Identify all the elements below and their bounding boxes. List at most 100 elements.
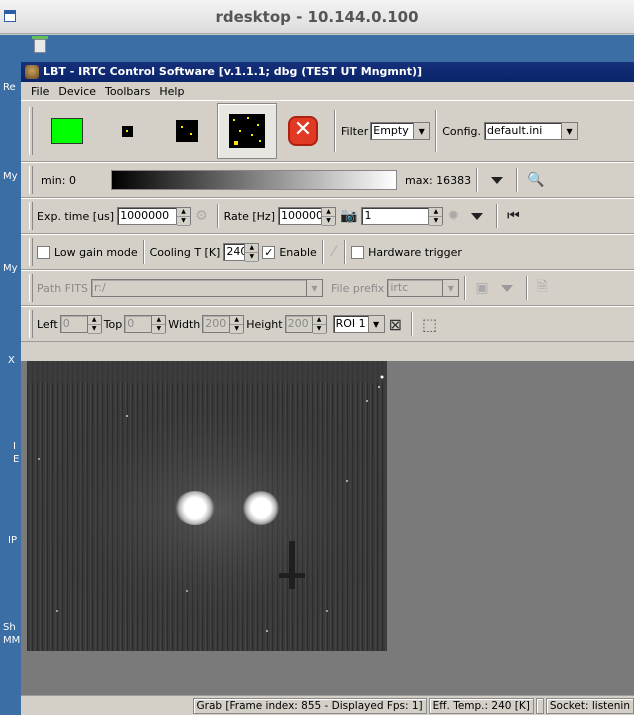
height-value[interactable]: 200	[284, 315, 313, 333]
files-toolbar: Path FITS r:/ ▼ File prefix irtc ▼ ▣ 🗎	[21, 270, 634, 306]
toolbar-grip[interactable]	[29, 202, 33, 230]
stop-icon: ✕	[288, 116, 318, 146]
left-spinner[interactable]: 0 ▲ ▼	[59, 315, 102, 334]
path-fits-select[interactable]: r:/ ▼	[90, 279, 323, 297]
chevron-down-icon[interactable]	[500, 284, 513, 292]
hw-trigger-label: Hardware trigger	[368, 245, 462, 259]
status-separator	[535, 697, 544, 714]
desktop-icon-label[interactable]: Re	[3, 82, 16, 93]
low-gain-label: Low gain mode	[54, 245, 138, 259]
camera-frame[interactable]	[27, 361, 387, 651]
socket-status: Socket: listenin	[545, 697, 634, 714]
select-roi-icon[interactable]: ⬚	[422, 315, 437, 334]
chevron-down-icon[interactable]: ▼	[368, 315, 385, 333]
rate-spinner[interactable]: 100000 ▲ ▼	[278, 207, 336, 226]
desktop-icon-label[interactable]: MM	[3, 635, 20, 646]
width-value[interactable]: 200	[202, 315, 231, 333]
width-label: Width	[168, 317, 201, 331]
desktop-icon-label[interactable]: My	[3, 263, 18, 274]
config-value: default.ini	[484, 122, 563, 140]
desktop-icon-label[interactable]: Sh	[3, 622, 16, 633]
exposure-toolbar: Exp. time [us] 1000000 ▲ ▼ ⚙ Rate [Hz] 10…	[21, 198, 634, 234]
bright-source-spot	[243, 491, 279, 525]
pen-icon[interactable]: ⁄	[333, 244, 335, 260]
toolbar-grip[interactable]	[29, 274, 33, 302]
desktop-icon-label[interactable]: X	[8, 355, 15, 366]
window-title: LBT - IRTC Control Software [v.1.1.1; db…	[43, 65, 423, 78]
window-titlebar[interactable]: LBT - IRTC Control Software [v.1.1.1; db…	[21, 62, 634, 82]
desktop-icon-label[interactable]: IP	[8, 535, 17, 546]
settings-icon[interactable]: ✹	[447, 208, 459, 224]
chevron-down-icon[interactable]: ▼	[562, 122, 579, 140]
options-toolbar: Low gain mode Cooling T [K] 240 ▲ ▼ ✓ Ena…	[21, 234, 634, 270]
green-square-icon	[51, 118, 83, 144]
image-viewport[interactable]	[21, 361, 634, 695]
menu-help[interactable]: Help	[159, 85, 184, 98]
camera-icon[interactable]: 📷	[340, 208, 357, 224]
file-prefix-select[interactable]: irtc ▼	[387, 279, 460, 297]
desktop-icon-label[interactable]: I	[13, 441, 16, 452]
recycle-bin-icon[interactable]	[28, 35, 52, 55]
zoom-icon[interactable]: 🔍	[527, 172, 544, 188]
menu-file[interactable]: File	[31, 85, 49, 98]
path-fits-value: r:/	[90, 279, 307, 297]
filter-select[interactable]: Empty ▼	[370, 122, 431, 140]
chevron-down-icon[interactable]	[491, 176, 504, 184]
chevron-down-icon[interactable]: ▼	[443, 279, 460, 297]
chevron-down-icon[interactable]	[471, 212, 484, 220]
desktop-icon-label[interactable]: My	[3, 171, 18, 182]
top-value[interactable]: 0	[124, 315, 153, 333]
save-icon[interactable]: ▣	[475, 280, 488, 296]
hw-trigger-checkbox[interactable]	[351, 245, 365, 259]
live-mode-button[interactable]	[37, 103, 97, 159]
toolbar-grip[interactable]	[29, 166, 33, 194]
toolbar-grip[interactable]	[29, 310, 33, 338]
star-field-button[interactable]	[217, 103, 277, 159]
bright-source-spot	[175, 491, 215, 525]
rate-value[interactable]: 100000	[278, 207, 322, 225]
exp-time-value[interactable]: 1000000	[117, 207, 178, 225]
acquisition-toolbar: ✕ Filter Empty ▼ Config. default.ini ▼	[21, 100, 634, 162]
colormap-gradient[interactable]	[111, 170, 397, 190]
left-label: Left	[37, 317, 58, 331]
chevron-down-icon[interactable]: ▼	[306, 279, 323, 297]
file-prefix-label: File prefix	[330, 281, 385, 295]
stop-button[interactable]: ✕	[277, 103, 329, 159]
frames-value[interactable]: 1	[361, 207, 430, 225]
single-frame-button[interactable]	[97, 103, 157, 159]
display-toolbar: min: 0 max: 16383 🔍	[21, 162, 634, 198]
min-label: min: 0	[41, 173, 76, 187]
cooling-value[interactable]: 240	[223, 243, 246, 261]
enable-checkbox[interactable]: ✓	[262, 245, 276, 259]
roi-toolbar: Left 0 ▲ ▼ Top 0 ▲ ▼ Width 200 ▲ ▼ Height 2…	[21, 306, 634, 342]
medium-frame-button[interactable]	[157, 103, 217, 159]
temperature-status: Eff. Temp.: 240 [K]	[428, 697, 534, 714]
menu-device[interactable]: Device	[58, 85, 96, 98]
status-bar: Grab [Frame index: 855 - Displayed Fps: …	[21, 695, 634, 715]
left-value[interactable]: 0	[59, 315, 88, 333]
roi-select[interactable]: ROI 1 ▼	[332, 315, 385, 333]
width-spinner[interactable]: 200 ▲ ▼	[202, 315, 245, 334]
clear-roi-icon[interactable]: ⊠	[389, 315, 402, 334]
config-select[interactable]: default.ini ▼	[484, 122, 579, 140]
frames-spinner[interactable]: 1 ▲ ▼	[361, 207, 444, 226]
toolbar-grip[interactable]	[29, 238, 33, 266]
menu-toolbars[interactable]: Toolbars	[105, 85, 150, 98]
height-spinner[interactable]: 200 ▲ ▼	[284, 315, 327, 334]
cooling-spinner[interactable]: 240 ▲ ▼	[223, 243, 260, 262]
toolbar-grip[interactable]	[29, 107, 33, 155]
roi-select-value: ROI 1	[332, 315, 369, 333]
menu-bar: File Device Toolbars Help	[21, 82, 634, 100]
top-spinner[interactable]: 0 ▲ ▼	[124, 315, 167, 334]
low-gain-checkbox[interactable]	[37, 245, 50, 259]
file-prefix-value: irtc	[387, 279, 444, 297]
grab-status: Grab [Frame index: 855 - Displayed Fps: …	[192, 697, 427, 714]
exp-time-spinner[interactable]: 1000000 ▲ ▼	[117, 207, 192, 226]
desktop-icon-label[interactable]: E	[13, 454, 19, 465]
file-info-icon[interactable]: 🗎	[537, 276, 548, 300]
skip-back-icon[interactable]: ⏮	[507, 208, 520, 224]
chevron-down-icon[interactable]: ▼	[414, 122, 431, 140]
gear-icon[interactable]: ⚙	[195, 208, 208, 224]
filter-label: Filter	[341, 124, 369, 138]
star-field-icon	[229, 114, 265, 148]
